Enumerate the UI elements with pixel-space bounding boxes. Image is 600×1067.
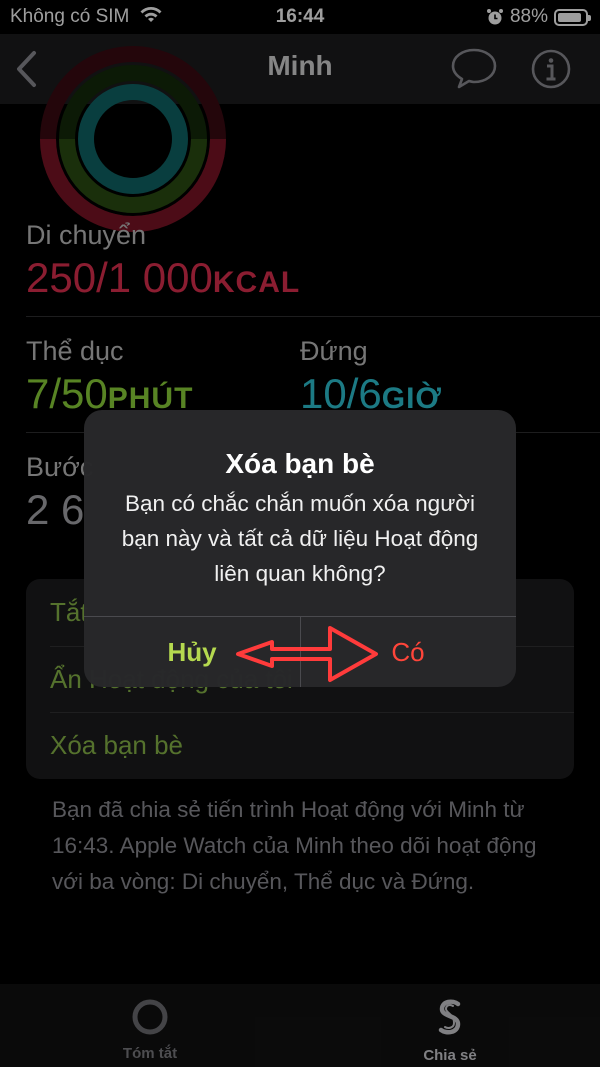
- annotation-arrow-icon: [236, 626, 378, 682]
- alert-title: Xóa bạn bè: [225, 448, 375, 479]
- alert-message: Bạn có chắc chắn muốn xóa người bạn này …: [121, 491, 479, 586]
